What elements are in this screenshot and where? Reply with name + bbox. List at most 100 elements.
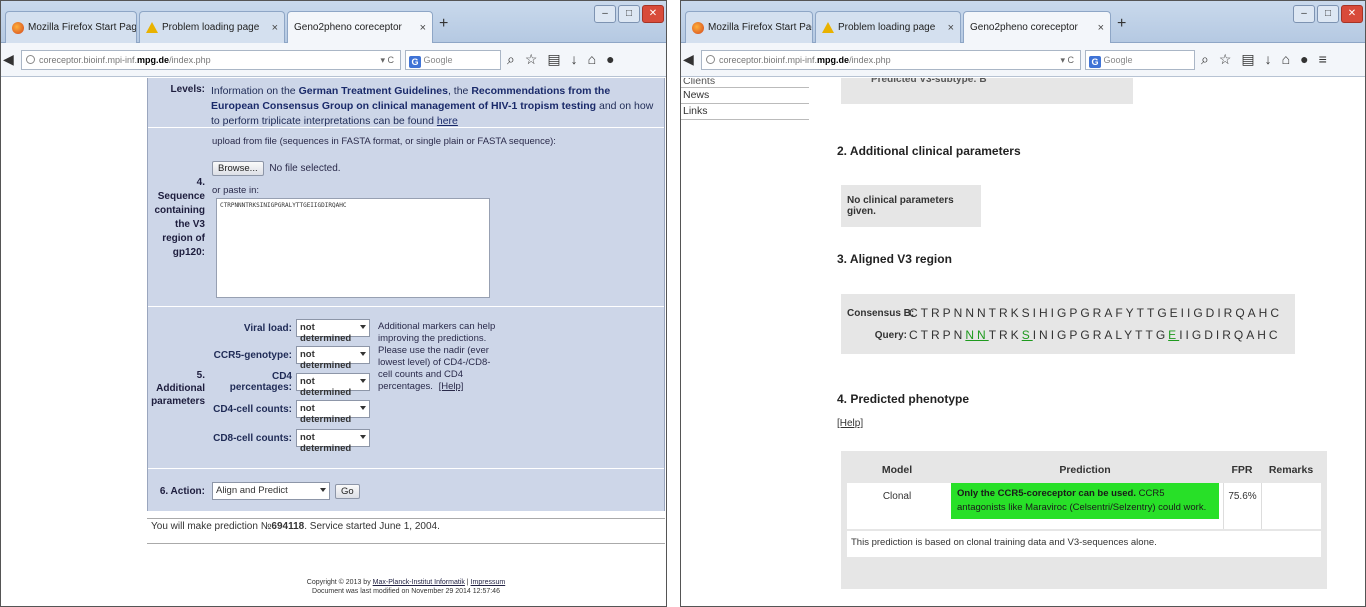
- tab-label: Mozilla Firefox Start Page: [28, 22, 137, 33]
- action-select[interactable]: Align and Predict: [212, 482, 330, 500]
- copyright-footer: Copyright © 2013 by Max-Planck-Institut …: [147, 578, 665, 596]
- cd4-percentages-select[interactable]: not determined: [296, 373, 370, 398]
- sequence-textarea[interactable]: CTRPNNNTRKSINIGPGRALYTTGEIIGDIRQAHC: [216, 198, 490, 298]
- help-text: Additional markers can help improving th…: [378, 321, 496, 392]
- window-close-icon[interactable]: ✕: [1341, 5, 1363, 23]
- levels-text-part: Information on the: [211, 85, 299, 97]
- star-icon[interactable]: ☆: [525, 51, 538, 68]
- form-table: Levels: Information on the German Treatm…: [147, 78, 665, 511]
- url-prefix: coreceptor.bioinf.mpi-inf.: [719, 55, 818, 65]
- tab-firefox-start[interactable]: Mozilla Firefox Start Page ×: [685, 11, 813, 43]
- prediction-highlight: Only the CCR5-coreceptor can be used. CC…: [951, 483, 1219, 519]
- sidebar-item-news[interactable]: News: [681, 88, 809, 104]
- globe-icon: [706, 55, 715, 64]
- new-tab-icon[interactable]: +: [1117, 15, 1126, 33]
- remarks-cell: [1261, 483, 1321, 529]
- download-icon[interactable]: ↓: [1265, 51, 1272, 68]
- tab-bar: Mozilla Firefox Start Page × Problem loa…: [681, 1, 1365, 43]
- search-placeholder: Google: [1103, 55, 1133, 65]
- maximize-icon[interactable]: □: [1317, 5, 1339, 23]
- select-value: not determined: [300, 349, 352, 371]
- sidebar-item-links[interactable]: Links: [681, 104, 809, 120]
- maximize-icon[interactable]: □: [618, 5, 640, 23]
- query-segment: TRK: [988, 328, 1022, 342]
- mpi-link[interactable]: Max-Planck-Institut Informatik: [373, 579, 465, 586]
- fpr-cell: 75.6%: [1223, 483, 1261, 529]
- browse-button[interactable]: Browse...: [212, 161, 264, 176]
- search-icon[interactable]: ⌕: [507, 51, 515, 68]
- consensus-label: Consensus B:: [847, 307, 915, 319]
- section4-title: 4. Predicted phenotype: [837, 392, 970, 406]
- search-bar[interactable]: G Google: [405, 50, 501, 70]
- prediction-table: Model Prediction FPR Remarks Clonal Only…: [847, 457, 1321, 557]
- new-tab-icon[interactable]: +: [439, 15, 448, 33]
- section2-title: 2. Additional clinical parameters: [837, 144, 1021, 158]
- close-icon[interactable]: ×: [266, 22, 278, 34]
- page-content: Levels: Information on the German Treatm…: [1, 78, 666, 606]
- help-link[interactable]: [Help]: [837, 418, 863, 429]
- url-bar[interactable]: coreceptor.bioinf.mpi-inf.mpg.de/index.p…: [701, 50, 1081, 70]
- close-icon[interactable]: ×: [942, 22, 954, 34]
- cd8-cell-counts-select[interactable]: not determined: [296, 429, 370, 454]
- dropdown-arrow-icon: [360, 325, 366, 329]
- tab-problem-loading[interactable]: Problem loading page ×: [139, 11, 285, 43]
- prediction-cell: Only the CCR5-coreceptor can be used. CC…: [947, 483, 1223, 529]
- tab-problem-loading[interactable]: Problem loading page ×: [815, 11, 961, 43]
- query-segment: INIGPGRALYTTG: [1032, 328, 1169, 342]
- additional-parameters-label: 5. Additional parameters: [151, 370, 205, 407]
- reload-icon[interactable]: ▾ C: [1060, 51, 1074, 69]
- url-domain: mpg.de: [817, 55, 850, 65]
- here-link[interactable]: here: [437, 115, 458, 127]
- close-icon[interactable]: ×: [1092, 22, 1104, 34]
- back-arrow-icon[interactable]: ◀: [683, 51, 699, 67]
- reload-icon[interactable]: ▾ C: [380, 51, 394, 69]
- sidebar: Clients News Links: [681, 78, 809, 188]
- minimize-icon[interactable]: –: [594, 5, 616, 23]
- minimize-icon[interactable]: –: [1293, 5, 1315, 23]
- tab-firefox-start[interactable]: Mozilla Firefox Start Page ×: [5, 11, 137, 43]
- impressum-link[interactable]: Impressum: [471, 579, 506, 586]
- search-icon[interactable]: ⌕: [1201, 51, 1209, 68]
- paste-label: or paste in:: [212, 185, 259, 196]
- home-icon[interactable]: ⌂: [588, 51, 596, 68]
- back-arrow-icon[interactable]: ◀: [3, 51, 19, 67]
- viral-load-label: Viral load:: [243, 322, 292, 334]
- cd4-cell-counts-select[interactable]: not determined: [296, 400, 370, 425]
- tab-geno2pheno[interactable]: Geno2pheno coreceptor ×: [287, 11, 433, 43]
- header-fpr: FPR: [1231, 464, 1253, 476]
- tab-label: Problem loading page: [162, 22, 260, 33]
- query-mutation: S: [1021, 328, 1033, 342]
- menu-icon[interactable]: ≡: [1319, 51, 1327, 68]
- alignment-box: Consensus B: CTRPNNNTRKSIHIGPGRAFYTTGEII…: [841, 294, 1295, 354]
- home-icon[interactable]: ⌂: [1282, 51, 1290, 68]
- chat-icon[interactable]: ●: [1300, 51, 1308, 68]
- viral-load-select[interactable]: not determined: [296, 319, 370, 344]
- download-icon[interactable]: ↓: [571, 51, 578, 68]
- go-button[interactable]: Go: [335, 483, 360, 499]
- results-content: Predicted V3-subtype: B 2. Additional cl…: [821, 78, 1359, 606]
- star-icon[interactable]: ☆: [1219, 51, 1232, 68]
- window-close-icon[interactable]: ✕: [642, 5, 664, 23]
- cd4-cell-counts-label: CD4-cell counts:: [213, 403, 292, 415]
- dropdown-arrow-icon: [360, 435, 366, 439]
- globe-icon: [26, 55, 35, 64]
- close-icon[interactable]: ×: [414, 22, 426, 34]
- bookmarks-icon[interactable]: ▤: [547, 51, 560, 68]
- url-bar[interactable]: coreceptor.bioinf.mpi-inf.mpg.de/index.p…: [21, 50, 401, 70]
- firefox-icon: [692, 21, 704, 34]
- chat-icon[interactable]: ●: [606, 51, 614, 68]
- bookmarks-icon[interactable]: ▤: [1241, 51, 1254, 68]
- select-value: not determined: [300, 322, 352, 344]
- tab-geno2pheno[interactable]: Geno2pheno coreceptor ×: [963, 11, 1111, 43]
- table-row: Clonal Only the CCR5-coreceptor can be u…: [847, 483, 1321, 529]
- copyright-text: Copyright © 2013 by: [306, 579, 373, 586]
- predicted-subtype: Predicted V3-subtype: B: [841, 78, 1133, 104]
- tab-label: Geno2pheno coreceptor: [294, 22, 402, 33]
- ccr5-genotype-select[interactable]: not determined: [296, 346, 370, 371]
- help-link[interactable]: [Help]: [439, 381, 464, 392]
- header-model: Model: [881, 464, 913, 476]
- google-icon: G: [1089, 56, 1101, 68]
- search-bar[interactable]: G Google: [1085, 50, 1195, 70]
- sidebar-item-clients[interactable]: Clients: [681, 78, 809, 88]
- additional-parameters-body: Viral load: not determined CCR5-genotype…: [210, 309, 664, 468]
